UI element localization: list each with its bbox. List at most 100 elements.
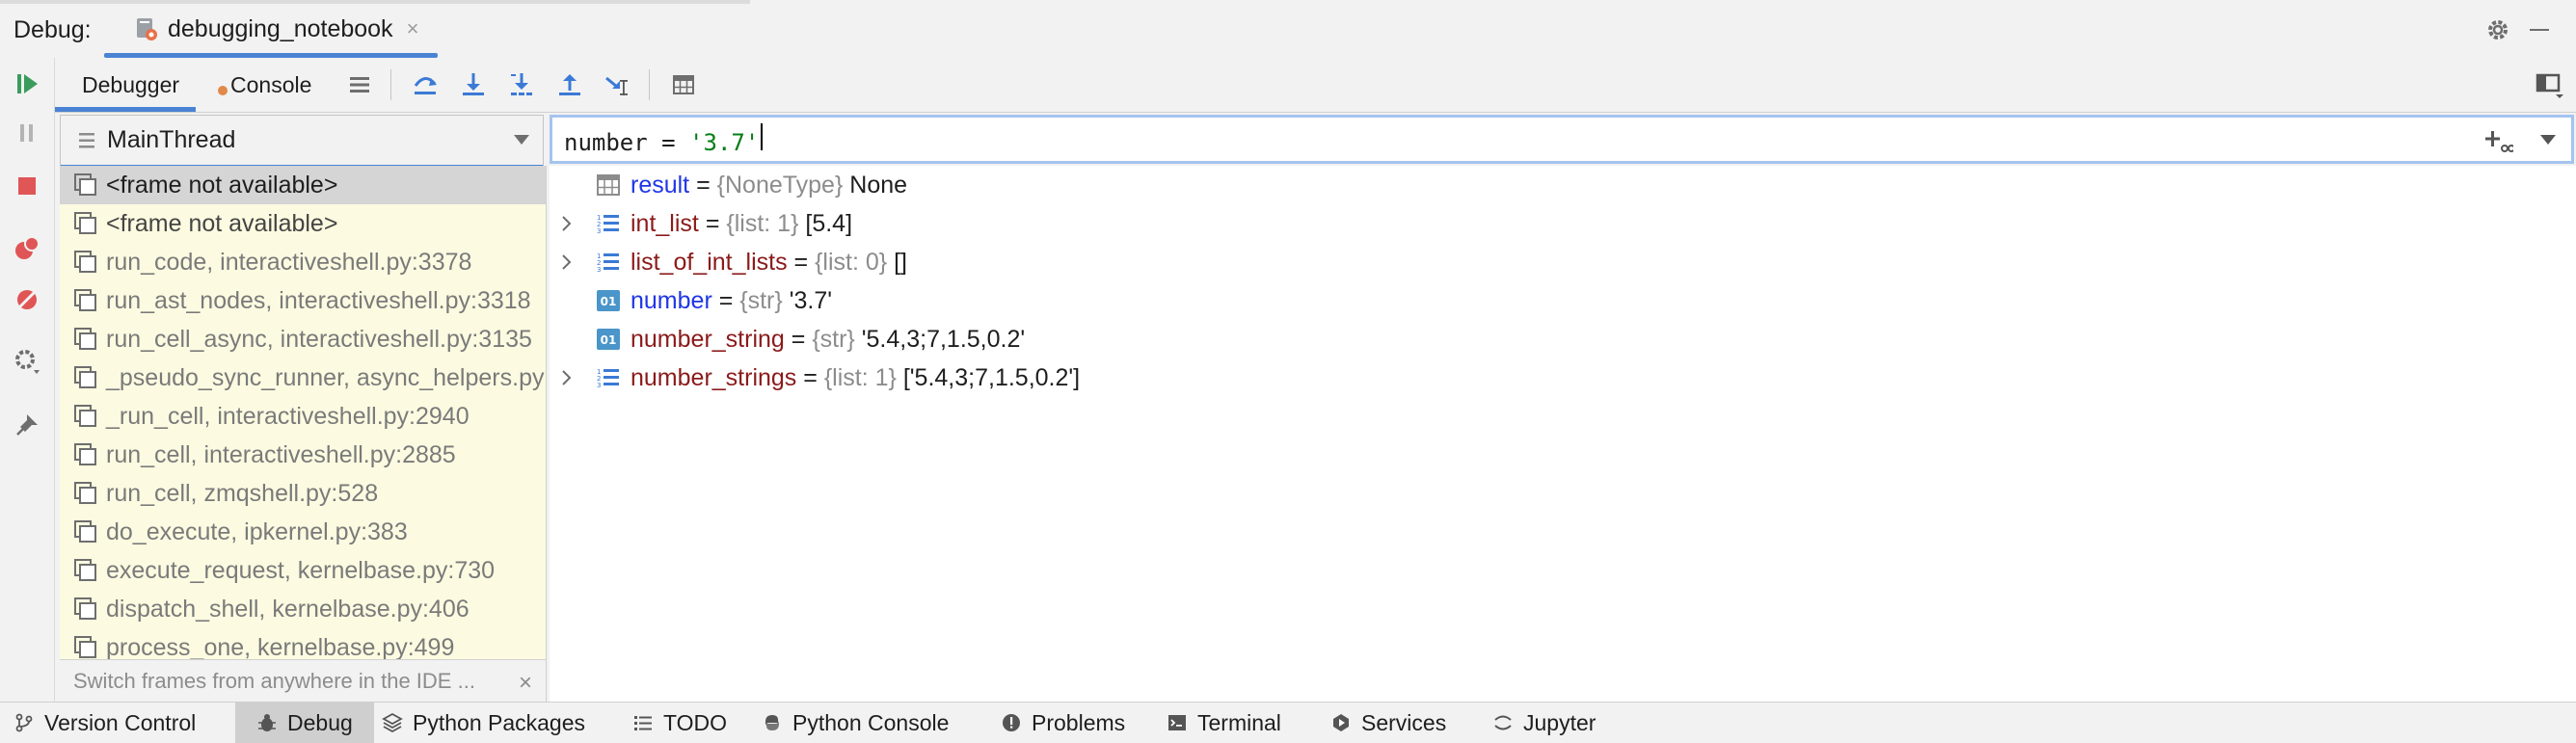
frame-label: execute_request, kernelbase.py:730 [106,556,496,584]
frames-list[interactable]: <frame not available> <frame not availabl… [60,166,547,659]
stack-frame-icon [73,635,98,659]
step-over-icon[interactable] [408,67,443,102]
text-caret [761,122,764,150]
frame-row[interactable]: <frame not available> [60,204,546,243]
tool-window-problems[interactable]: Problems [1001,703,1125,743]
pause-icon[interactable] [13,119,41,147]
frame-row[interactable]: execute_request, kernelbase.py:730 [60,551,546,590]
expand-arrow-icon[interactable] [559,252,575,272]
tool-window-debug[interactable]: Debug [235,703,374,743]
tab-debugger-label: Debugger [82,71,180,97]
variable-name: result [631,172,690,199]
frame-row[interactable]: run_cell, interactiveshell.py:2885 [60,436,546,474]
variable-type: {list: 1} [823,364,897,391]
tool-window-label: TODO [663,709,728,735]
tool-window-jupyter[interactable]: Jupyter [1492,703,1596,743]
tool-window-version-control[interactable]: Version Control [13,703,196,743]
python-console-icon [762,712,783,733]
evaluate-expression-icon[interactable] [666,67,701,102]
tool-window-python-packages[interactable]: Python Packages [382,703,585,743]
toolbar-separator [390,69,391,100]
tool-window-todo[interactable]: TODO [632,703,727,743]
str-icon: 01 [596,288,621,313]
tab-console[interactable]: Console [217,58,311,112]
variable-text: list_of_int_lists = {list: 0} [] [631,249,907,277]
vcs-icon [13,712,35,733]
variable-name: list_of_int_lists [631,249,788,276]
variable-value: '3.7' [789,287,833,314]
stop-icon[interactable] [13,172,41,200]
minimize-icon[interactable] [2530,29,2549,31]
tab-debugger[interactable]: Debugger [55,58,196,112]
frame-label: run_code, interactiveshell.py:3378 [106,248,472,276]
svg-text:3: 3 [597,227,601,235]
variable-row[interactable]: 1 2 3 number_strings = {list: 1} ['5.4,3;7,… [550,358,2576,397]
settings-icon[interactable] [13,347,41,376]
expression-text: number = '3.7' [564,122,764,156]
list-icon: 123 [596,250,621,275]
add-to-watches-icon[interactable] [2484,127,2513,156]
frame-row[interactable]: run_ast_nodes, interactiveshell.py:3318 [60,281,546,320]
resume-icon[interactable] [13,69,41,98]
step-into-icon[interactable] [456,67,491,102]
stack-frame-icon [73,250,98,275]
svg-text:01: 01 [601,295,617,308]
variable-text: number_strings = {list: 1} ['5.4,3;7,1.5… [631,364,1080,392]
step-out-icon[interactable] [552,67,587,102]
tool-window-terminal[interactable]: Terminal [1167,703,1281,743]
variable-row[interactable]: 1 2 3 int_list = {list: 1} [5.4] [550,204,2576,243]
variable-text: number_string = {str} '5.4,3;7,1.5,0.2' [631,326,1025,354]
evaluate-expression-field[interactable]: number = '3.7' [550,115,2574,164]
expand-arrow-icon[interactable] [559,214,575,233]
expand-arrow-icon[interactable] [559,368,575,387]
table-icon [596,172,621,198]
svg-text:3: 3 [597,382,601,389]
frame-row[interactable]: _run_cell, interactiveshell.py:2940 [60,397,546,436]
mute-breakpoints-icon[interactable] [13,285,41,314]
tool-window-services[interactable]: Services [1330,703,1446,743]
chevron-down-icon[interactable] [2540,135,2556,145]
variable-type: {list: 0} [815,249,888,276]
frame-row[interactable]: dispatch_shell, kernelbase.py:406 [60,590,546,628]
variable-equals: = [796,364,824,391]
frame-row[interactable]: process_one, kernelbase.py:499 [60,628,546,659]
variable-type: {list: 1} [726,210,799,237]
tool-window-label: Services [1361,709,1447,735]
stack-frame-icon [73,211,98,236]
frame-row[interactable]: run_code, interactiveshell.py:3378 [60,243,546,281]
frames-menu-icon[interactable] [342,67,377,102]
tool-window-python-console[interactable]: Python Console [762,703,949,743]
frame-row[interactable]: do_execute, ipkernel.py:383 [60,513,546,551]
frame-label: run_cell, interactiveshell.py:2885 [106,440,456,468]
thread-selector[interactable]: MainThread [60,115,544,168]
stack-frame-icon [73,558,98,583]
expression-prefix: number = [564,128,690,156]
variable-value: '5.4,3;7,1.5,0.2' [861,326,1026,353]
frame-row[interactable]: run_cell, zmqshell.py:528 [60,474,546,513]
close-hint-icon[interactable]: × [519,670,532,697]
view-breakpoints-icon[interactable] [13,234,41,263]
variable-row[interactable]: 01 number = {str} '3.7' [550,281,2576,320]
variable-value: ['5.4,3;7,1.5,0.2'] [902,364,1081,391]
gear-icon[interactable] [2485,17,2510,42]
thread-icon [76,130,97,151]
pin-tab-icon[interactable] [13,411,41,439]
svg-text:3: 3 [597,266,601,274]
variable-row[interactable]: 01 number_string = {str} '5.4,3;7,1.5,0.2… [550,320,2576,358]
close-tab-icon[interactable]: × [407,16,419,41]
frame-row[interactable]: run_cell_async, interactiveshell.py:3135 [60,320,546,358]
step-into-my-code-icon[interactable] [504,67,539,102]
variable-equals: = [689,172,717,199]
variable-row[interactable]: result = {NoneType} None [550,166,2576,204]
variable-row[interactable]: 1 2 3 list_of_int_lists = {list: 0} [] [550,243,2576,281]
variables-tree[interactable]: result = {NoneType} None 1 2 3 int_list = {l… [550,166,2576,702]
run-to-cursor-icon[interactable] [601,67,635,102]
frame-row[interactable]: <frame not available> [60,166,546,204]
stack-frame-icon [73,481,98,506]
packages-icon [382,712,403,733]
run-config-tab[interactable]: debugging_notebook × [104,0,439,58]
layout-settings-icon[interactable] [2533,67,2567,102]
toolbar-separator [649,69,650,100]
stack-frame-icon [73,288,98,313]
frame-row[interactable]: _pseudo_sync_runner, async_helpers.py:78 [60,358,546,397]
